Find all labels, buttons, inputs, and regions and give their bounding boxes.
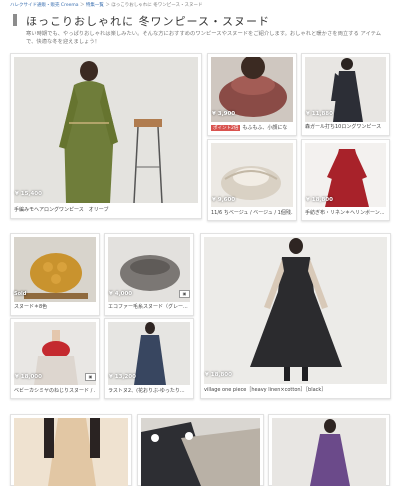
product-price: ¥ 9,600 bbox=[212, 197, 236, 203]
title-accent-bar bbox=[13, 14, 17, 26]
product-photo-stacked-dresses[interactable] bbox=[141, 418, 260, 486]
product-card[interactable]: Sold スヌード＊8色 bbox=[10, 233, 100, 316]
product-price: ¥ 18,000 bbox=[15, 374, 42, 380]
page-title: ほっこりおしゃれに 冬ワンピース・スヌード bbox=[26, 15, 270, 28]
point-badge: ポイント2倍 bbox=[211, 125, 241, 131]
product-card[interactable] bbox=[268, 414, 390, 486]
breadcrumb-separator: ＞ bbox=[78, 3, 86, 8]
breadcrumb-list-link[interactable]: 特集一覧 bbox=[86, 3, 104, 8]
product-photo-black-dress[interactable] bbox=[204, 237, 387, 384]
breadcrumb-home-link[interactable]: ハレクサイド通販・販売 Creema bbox=[10, 3, 79, 8]
product-caption[interactable]: ベビーカシミヤのねじりスヌード / ... bbox=[14, 387, 96, 394]
product-caption[interactable]: 森ガール打ち10ロングワンピース bbox=[305, 123, 386, 130]
product-caption[interactable]: スヌード＊8色 bbox=[14, 303, 96, 310]
product-card[interactable]: ¥ 18,000 ▣ ベビーカシミヤのねじりスヌード / ... bbox=[10, 318, 100, 399]
breadcrumb: ハレクサイド通販・販売 Creema ＞ 特集一覧 ＞ ほっこりおしゃれに 冬ワ… bbox=[10, 2, 202, 8]
product-price: ¥ 3,900 bbox=[212, 111, 236, 117]
pictures-icon: ▣ bbox=[179, 290, 190, 298]
product-caption[interactable]: 手紡ぎ布・リネン＊ヘリンボーン... bbox=[305, 209, 386, 216]
product-photo-beige-dress[interactable] bbox=[14, 418, 128, 486]
product-photo-olive-dress[interactable] bbox=[14, 57, 198, 203]
product-caption[interactable]: ポイント2倍 もふもふ、小顔にな bbox=[211, 124, 293, 131]
product-card[interactable] bbox=[10, 414, 132, 486]
product-card[interactable]: ¥ 9,600 11/6 ちべージュ / ベージュ / 1個残... bbox=[207, 139, 297, 221]
product-card[interactable]: ¥ 4,000 ▣ エコファー毛糸スヌード（グレー... bbox=[104, 233, 194, 316]
pictures-icon: ▣ bbox=[85, 373, 96, 381]
breadcrumb-current: ほっこりおしゃれに 冬ワンピース・スヌード bbox=[111, 3, 203, 8]
product-caption[interactable]: 手編みモヘアロングワンピース オリーブ bbox=[14, 206, 198, 213]
product-price: ¥ 18,800 bbox=[205, 372, 232, 378]
product-card[interactable]: ¥ 18,800 village one piece［heavy linen×c… bbox=[200, 233, 391, 399]
sold-label: Sold bbox=[14, 291, 27, 297]
product-caption[interactable]: エコファー毛糸スヌード（グレー... bbox=[108, 303, 190, 310]
product-photo-purple-dress[interactable] bbox=[272, 418, 386, 486]
product-caption[interactable]: 11/6 ちべージュ / ベージュ / 1個残... bbox=[211, 209, 293, 216]
product-card[interactable]: ¥ 3,900 ポイント2倍 もふもふ、小顔にな bbox=[207, 53, 297, 136]
product-card[interactable]: ¥ 13,200 ラストヌ2、(花おりぶ-ゆったり... bbox=[104, 318, 194, 399]
product-caption[interactable]: village one piece［heavy linen×cotton］［bl… bbox=[204, 386, 387, 393]
product-price: ¥ 15,400 bbox=[15, 191, 42, 197]
product-card[interactable]: ¥ 11,880 森ガール打ち10ロングワンピース bbox=[301, 53, 390, 136]
product-caption-text: もふもふ、小顔にな bbox=[242, 125, 288, 131]
product-price: ¥ 18,800 bbox=[306, 197, 333, 203]
product-price: ¥ 4,000 bbox=[109, 291, 133, 297]
product-caption[interactable]: ラストヌ2、(花おりぶ-ゆったり... bbox=[108, 387, 190, 394]
product-price: ¥ 11,880 bbox=[306, 111, 333, 117]
product-card[interactable] bbox=[137, 414, 264, 486]
product-card[interactable]: ¥ 15,400 手編みモヘアロングワンピース オリーブ bbox=[10, 53, 202, 219]
page-description: 寒い時期でも、やっぱりおしゃれは楽しみたい。そんな方におすすめのワンピースやスヌ… bbox=[26, 31, 382, 45]
product-price: ¥ 13,200 bbox=[109, 374, 136, 380]
product-card[interactable]: ¥ 18,800 手紡ぎ布・リネン＊ヘリンボーン... bbox=[301, 139, 390, 221]
